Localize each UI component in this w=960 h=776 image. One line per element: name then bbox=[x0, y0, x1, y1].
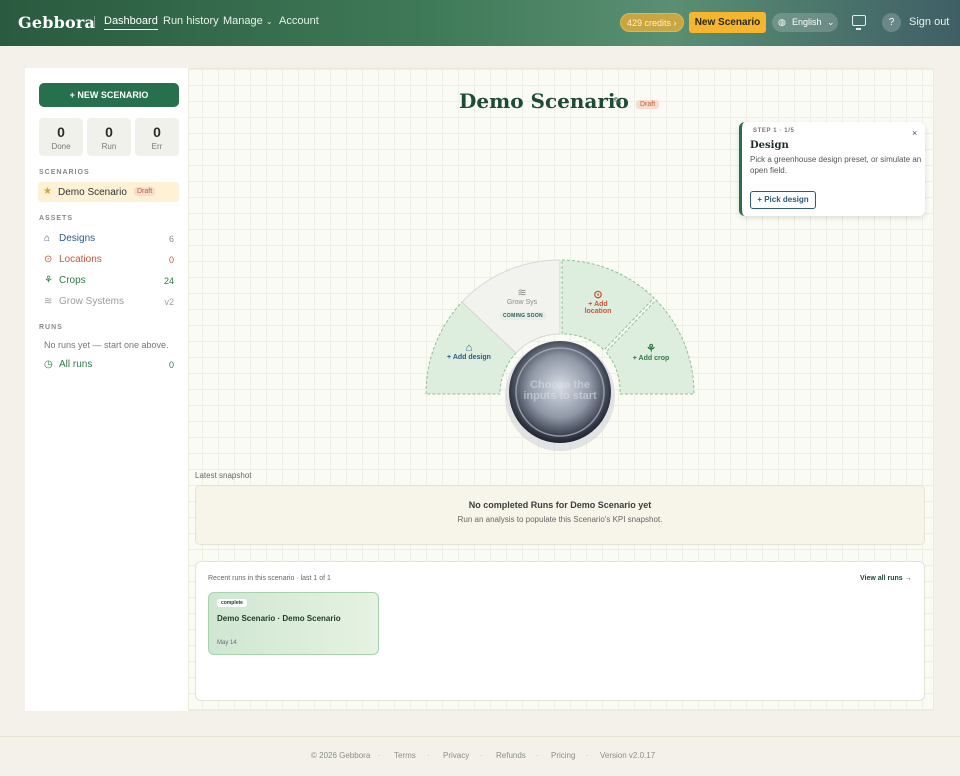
grow-systems-count: v2 bbox=[164, 297, 174, 307]
asset-label: Grow Systems bbox=[59, 296, 125, 307]
stat-value: 0 bbox=[153, 124, 161, 140]
designs-count: 6 bbox=[168, 234, 174, 244]
greenhouse-icon: ⌂ bbox=[465, 342, 473, 354]
all-runs-count: 0 bbox=[168, 360, 174, 370]
crops-count: 24 bbox=[163, 276, 174, 286]
run-card[interactable]: complete Demo Scenario · Demo Scenario M… bbox=[208, 592, 379, 655]
footer-dot: · bbox=[427, 751, 430, 760]
grow-sys-label: Grow Sys bbox=[506, 299, 538, 306]
nav-manage[interactable]: Manage ⌄ bbox=[223, 15, 273, 27]
run-date: May 14 bbox=[217, 640, 237, 646]
snapshot-subtitle: Run an analysis to populate this Scenari… bbox=[457, 515, 663, 524]
add-location-slot[interactable]: ⊙ + Add location bbox=[575, 288, 621, 315]
scenarios-heading: SCENARIOS bbox=[39, 169, 90, 176]
no-runs-text: No runs yet — start one above. bbox=[44, 340, 169, 350]
asset-label: Locations bbox=[59, 254, 102, 265]
pick-design-button[interactable]: + Pick design bbox=[750, 191, 816, 209]
page-title: Demo Scenario bbox=[459, 89, 629, 113]
status-badge: Draft bbox=[636, 100, 660, 109]
close-icon[interactable]: × bbox=[912, 128, 917, 138]
footer-dot: · bbox=[480, 751, 483, 760]
recent-runs-header: Recent runs in this scenario · last 1 of… bbox=[208, 575, 331, 582]
footer-dot: · bbox=[586, 751, 589, 760]
locations-count: 0 bbox=[168, 255, 174, 265]
stat-done: 0 Done bbox=[39, 118, 83, 156]
scenario-name: Demo Scenario bbox=[58, 187, 127, 198]
stat-label: Done bbox=[51, 142, 71, 151]
coming-soon-badge: COMING SOON bbox=[500, 312, 546, 320]
snapshot-title: No completed Runs for Demo Scenario yet bbox=[468, 500, 652, 510]
stat-label: Run bbox=[101, 142, 117, 151]
layers-icon: ≋ bbox=[44, 296, 53, 307]
layers-icon: ≋ bbox=[517, 287, 527, 299]
nav-dashboard[interactable]: Dashboard bbox=[104, 15, 158, 30]
greenhouse-icon: ⌂ bbox=[44, 233, 51, 244]
center-orb-label[interactable]: Choose the inputs to start bbox=[520, 380, 600, 402]
language-select[interactable]: ◍ English ⌄ bbox=[772, 13, 838, 32]
step-card: STEP 1 · 1/5 × Design Pick a greenhouse … bbox=[739, 122, 925, 216]
new-scenario-button[interactable]: New Scenario bbox=[689, 12, 766, 33]
add-crop-slot[interactable]: ⚘ + Add crop bbox=[626, 342, 676, 362]
clock-icon: ◷ bbox=[44, 359, 53, 370]
run-title: Demo Scenario · Demo Scenario bbox=[217, 614, 341, 623]
step-heading: Design bbox=[750, 140, 789, 151]
footer-dot: · bbox=[536, 751, 539, 760]
add-location-label: + Add location bbox=[584, 301, 612, 315]
language-label: English bbox=[792, 17, 822, 27]
sidebar-item-demo-scenario[interactable]: ★ Demo Scenario Draft bbox=[38, 182, 179, 202]
chevron-down-icon: ⌄ bbox=[827, 17, 835, 27]
step-kicker: STEP 1 · 1/5 bbox=[753, 128, 795, 134]
footer-link-pricing[interactable]: Pricing bbox=[551, 751, 575, 760]
credits-badge[interactable]: 429 credits › bbox=[620, 13, 684, 32]
footer-version: Version v2.0.17 bbox=[600, 751, 656, 760]
nav-account[interactable]: Account bbox=[279, 15, 319, 27]
sprout-icon: ⚘ bbox=[646, 343, 656, 355]
edit-icon[interactable]: ✎ bbox=[613, 95, 622, 108]
draft-badge: Draft bbox=[134, 187, 156, 196]
help-button[interactable]: ? bbox=[882, 13, 901, 32]
stat-value: 0 bbox=[57, 124, 65, 140]
asset-label: Crops bbox=[59, 275, 86, 286]
asset-label: All runs bbox=[59, 359, 93, 370]
grow-sys-slot: ≋ Grow Sys bbox=[495, 286, 549, 306]
footer-link-refunds[interactable]: Refunds bbox=[496, 751, 526, 760]
nav-manage-label: Manage bbox=[223, 15, 263, 27]
runs-heading: RUNS bbox=[39, 324, 63, 331]
stat-value: 0 bbox=[105, 124, 113, 140]
sign-out-link[interactable]: Sign out bbox=[909, 16, 949, 28]
monitor-icon[interactable] bbox=[852, 15, 866, 30]
stat-run: 0 Run bbox=[87, 118, 131, 156]
footer-copyright: © 2026 Gebbora bbox=[311, 751, 371, 760]
footer-link-terms[interactable]: Terms bbox=[394, 751, 416, 760]
footer-link-privacy[interactable]: Privacy bbox=[443, 751, 469, 760]
pin-icon: ⊙ bbox=[44, 254, 53, 265]
divider bbox=[94, 16, 95, 28]
pin-icon: ⊙ bbox=[593, 289, 603, 301]
snapshot-panel: No completed Runs for Demo Scenario yet … bbox=[195, 485, 925, 545]
add-design-label: + Add design bbox=[447, 354, 491, 361]
step-description: Pick a greenhouse design preset, or simu… bbox=[750, 155, 922, 175]
add-design-slot[interactable]: ⌂ + Add design bbox=[440, 342, 498, 361]
sidebar bbox=[25, 68, 189, 711]
star-icon: ★ bbox=[43, 186, 52, 197]
stat-err: 0 Err bbox=[135, 118, 179, 156]
logo[interactable]: Gebbora bbox=[18, 13, 95, 32]
sidebar-new-scenario-button[interactable]: + NEW SCENARIO bbox=[39, 83, 179, 107]
assets-heading: ASSETS bbox=[39, 215, 74, 222]
top-bar: Gebbora Dashboard Run history Manage ⌄ A… bbox=[0, 0, 960, 46]
status-badge: complete bbox=[217, 599, 247, 607]
recent-runs-panel: Recent runs in this scenario · last 1 of… bbox=[195, 561, 925, 701]
nav-run-history[interactable]: Run history bbox=[163, 15, 219, 27]
footer-dot: · bbox=[378, 751, 381, 760]
view-all-runs-link[interactable]: View all runs → bbox=[860, 575, 912, 582]
asset-label: Designs bbox=[59, 233, 96, 244]
globe-icon: ◍ bbox=[778, 17, 786, 27]
stat-label: Err bbox=[151, 142, 163, 151]
chevron-down-icon: ⌄ bbox=[265, 17, 273, 26]
sprout-icon: ⚘ bbox=[44, 275, 53, 286]
add-crop-label: + Add crop bbox=[632, 355, 670, 362]
snapshot-label: Latest snapshot bbox=[195, 471, 252, 480]
